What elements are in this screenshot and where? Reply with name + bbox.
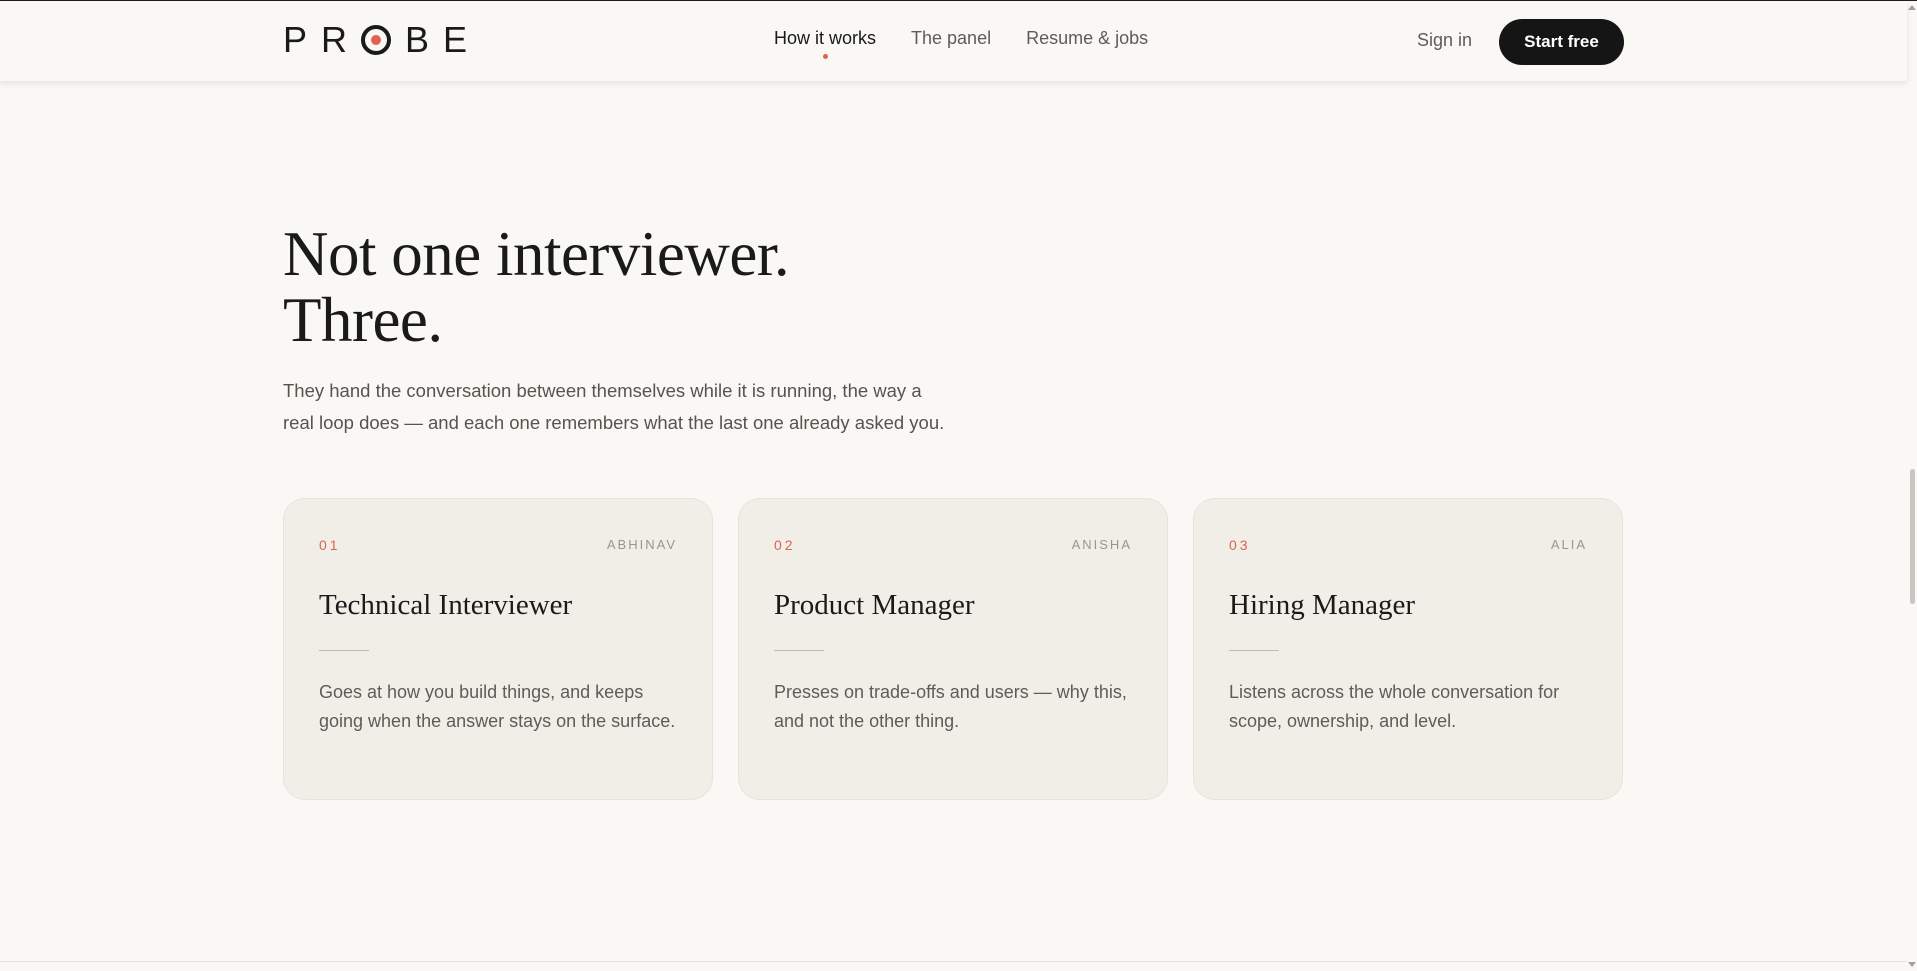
interviewer-card-technical: 01 ABHINAV Technical Interviewer Goes at…: [283, 498, 713, 800]
card-persona-name: ANISHA: [1071, 537, 1132, 552]
card-number: 01: [319, 537, 341, 553]
section-title-line-1: Not one interviewer.: [283, 219, 790, 289]
section-title: Not one interviewer. Three.: [283, 219, 790, 355]
section-title-line-2: Three.: [283, 285, 443, 355]
section-description-line-1: They hand the conversation between thems…: [283, 380, 922, 401]
card-divider: [319, 650, 369, 651]
scroll-up-arrow-icon[interactable]: [1908, 5, 1916, 10]
card-persona-name: ALIA: [1550, 537, 1587, 552]
scroll-down-arrow-icon[interactable]: [1908, 962, 1916, 967]
interviewer-card-hiring: 03 ALIA Hiring Manager Listens across th…: [1193, 498, 1623, 800]
probe-logo[interactable]: PR BE: [283, 19, 481, 60]
card-title: Hiring Manager: [1229, 589, 1416, 621]
card-divider: [774, 650, 824, 651]
site-header: PR BE How it works The panel Resume & jo…: [0, 1, 1907, 82]
card-number: 02: [774, 537, 796, 553]
logo-text-start: PR: [283, 19, 362, 60]
section-divider: [0, 961, 1907, 962]
card-divider: [1229, 650, 1279, 651]
card-number: 03: [1229, 537, 1251, 553]
card-title: Product Manager: [774, 589, 975, 621]
nav-resume-jobs[interactable]: Resume & jobs: [1026, 28, 1148, 49]
card-description: Listens across the whole conversation fo…: [1229, 682, 1560, 731]
logo-target-icon: [361, 25, 392, 55]
main-nav: How it works The panel Resume & jobs: [774, 28, 1148, 59]
card-title: Technical Interviewer: [319, 589, 573, 621]
scrollbar-thumb[interactable]: [1910, 469, 1915, 604]
card-description: Presses on trade-offs and users — why th…: [774, 682, 1127, 731]
section-description: They hand the conversation between thems…: [283, 375, 1003, 439]
interviewer-card-product: 02 ANISHA Product Manager Presses on tra…: [738, 498, 1168, 800]
card-persona-name: ABHINAV: [606, 537, 677, 552]
start-free-button[interactable]: Start free: [1499, 19, 1624, 65]
section-description-line-2: real loop does — and each one remembers …: [283, 412, 945, 433]
card-description: Goes at how you build things, and keeps …: [319, 682, 676, 731]
logo-text-end: BE: [405, 19, 482, 60]
nav-the-panel[interactable]: The panel: [911, 28, 991, 49]
nav-how-it-works[interactable]: How it works: [774, 28, 876, 59]
sign-in-link[interactable]: Sign in: [1417, 30, 1472, 51]
interviewer-cards: 01 ABHINAV Technical Interviewer Goes at…: [283, 498, 1623, 800]
page-scrollbar[interactable]: [1907, 1, 1917, 971]
